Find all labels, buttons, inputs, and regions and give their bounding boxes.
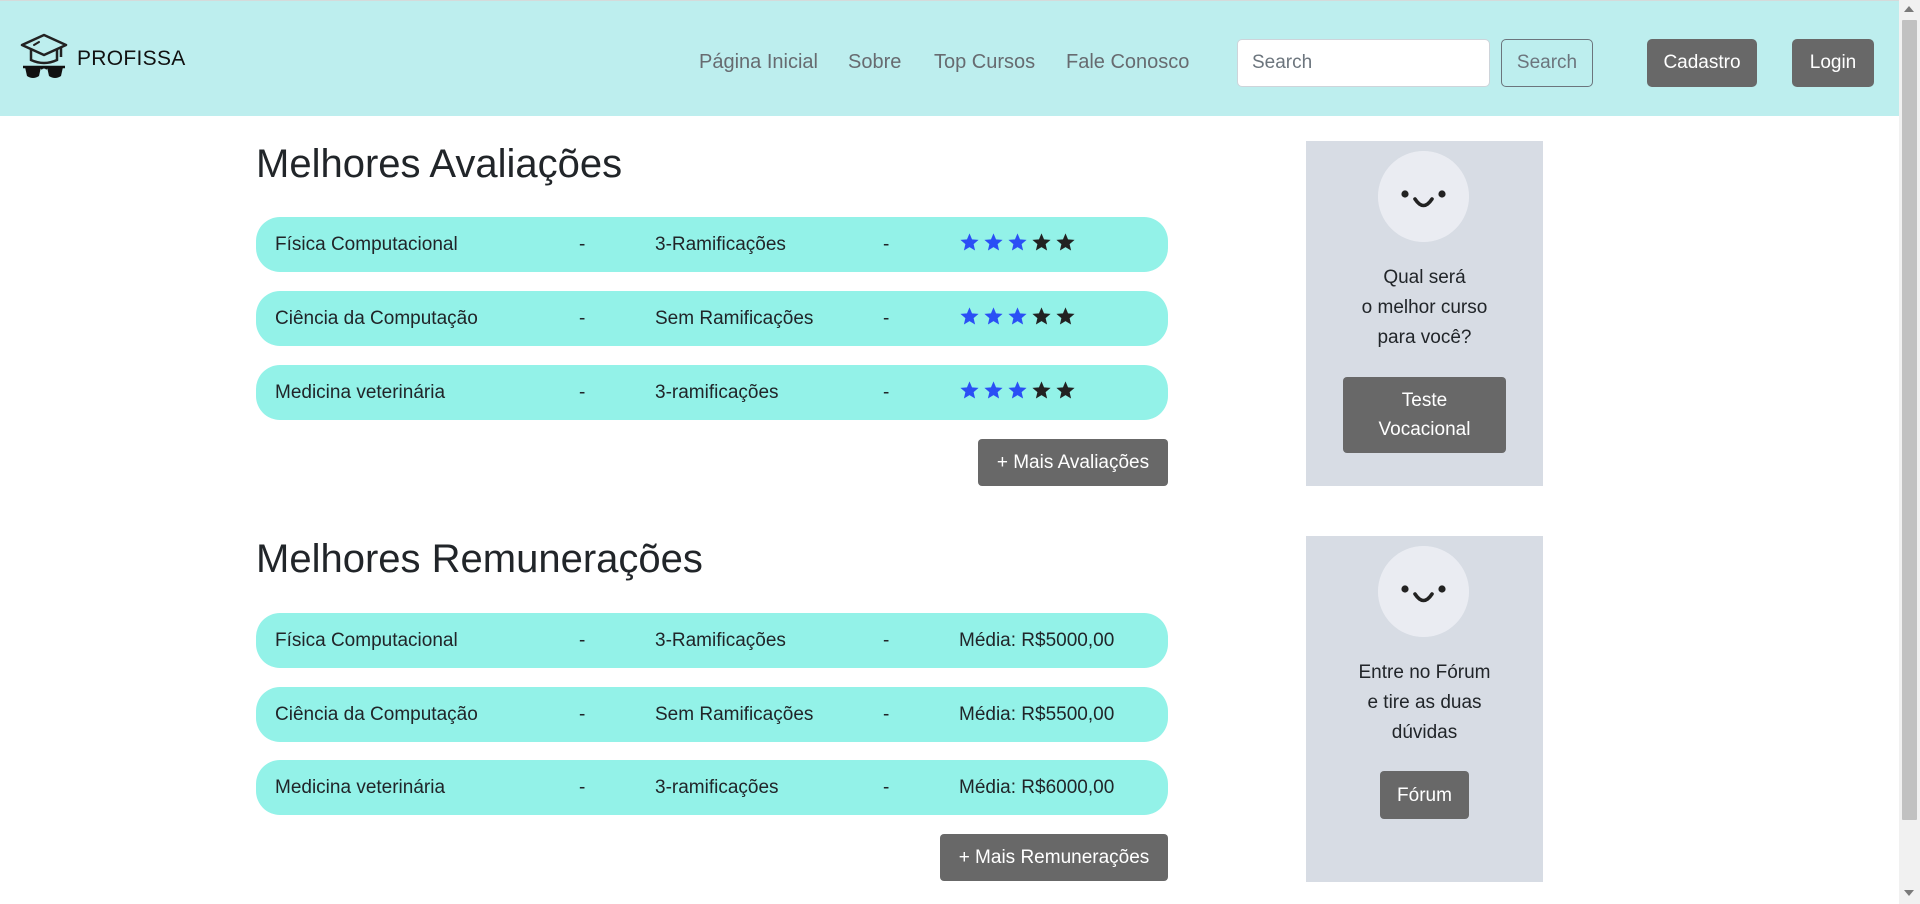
- button-label-line: Teste: [1401, 390, 1448, 411]
- nav-link-top-courses[interactable]: Top Cursos: [934, 51, 1035, 74]
- forum-button[interactable]: Fórum: [1380, 771, 1469, 819]
- average-salary: Média: R$6000,00: [959, 777, 1115, 798]
- salary-row[interactable]: Ciência da Computação - Sem Ramificações…: [256, 687, 1168, 742]
- course-branches: 3-ramificações: [655, 777, 779, 798]
- average-salary: Média: R$5000,00: [959, 630, 1115, 651]
- course-name: Física Computacional: [275, 234, 458, 255]
- card-text-line: Qual será: [1383, 267, 1466, 288]
- star-icon: [1056, 233, 1075, 251]
- course-branches: 3-Ramificações: [655, 630, 786, 651]
- course-branches: 3-ramificações: [655, 382, 779, 403]
- separator: -: [579, 308, 586, 329]
- star-icon: [1032, 307, 1051, 325]
- scroll-up-arrow-icon[interactable]: [1904, 6, 1914, 12]
- star-icon: [1056, 307, 1075, 325]
- star-rating: [959, 380, 1076, 401]
- star-filled-icon: [1008, 307, 1027, 325]
- course-name: Medicina veterinária: [275, 382, 446, 403]
- course-branches: Sem Ramificações: [655, 308, 814, 329]
- star-filled-icon: [984, 381, 1003, 399]
- card-text-line: o melhor curso: [1361, 297, 1488, 318]
- forum-card: Entre no Fórum e tire as duas dúvidas Fó…: [1306, 536, 1543, 882]
- rating-row[interactable]: Ciência da Computação - Sem Ramificações…: [256, 291, 1168, 346]
- button-label-line: Vocacional: [1378, 419, 1471, 440]
- star-rating: [959, 232, 1076, 253]
- star-icon: [1032, 233, 1051, 251]
- separator: -: [883, 382, 890, 403]
- graduate-cap-sunglasses-icon: [20, 33, 68, 78]
- course-name: Medicina veterinária: [275, 777, 446, 798]
- separator: -: [579, 382, 586, 403]
- separator: -: [579, 704, 586, 725]
- smiley-face-icon: [1378, 151, 1469, 242]
- signup-button[interactable]: Cadastro: [1647, 39, 1757, 87]
- star-filled-icon: [960, 307, 979, 325]
- star-filled-icon: [984, 233, 1003, 251]
- nav-link-about[interactable]: Sobre: [848, 51, 901, 74]
- salary-row[interactable]: Medicina veterinária - 3-ramificações - …: [256, 760, 1168, 815]
- star-filled-icon: [984, 307, 1003, 325]
- more-salaries-button[interactable]: + Mais Remunerações: [940, 834, 1168, 881]
- star-icon: [1032, 381, 1051, 399]
- separator: -: [579, 630, 586, 651]
- average-salary: Média: R$5500,00: [959, 704, 1115, 725]
- separator: -: [883, 308, 890, 329]
- more-ratings-button[interactable]: + Mais Avaliações: [978, 439, 1168, 486]
- course-branches: Sem Ramificações: [655, 704, 814, 725]
- page-scrollbar[interactable]: [1899, 0, 1920, 904]
- brand[interactable]: PROFISSA: [20, 31, 186, 87]
- login-button[interactable]: Login: [1792, 39, 1874, 87]
- separator: -: [883, 777, 890, 798]
- separator: -: [579, 777, 586, 798]
- card-text-line: dúvidas: [1391, 722, 1458, 743]
- star-filled-icon: [960, 233, 979, 251]
- scroll-down-arrow-icon[interactable]: [1904, 890, 1914, 896]
- salary-row[interactable]: Física Computacional - 3-Ramificações - …: [256, 613, 1168, 668]
- course-branches: 3-Ramificações: [655, 234, 786, 255]
- separator: -: [579, 234, 586, 255]
- top-navbar: PROFISSA Página Inicial Sobre Top Cursos…: [0, 0, 1899, 116]
- separator: -: [883, 704, 890, 725]
- scrollbar-thumb[interactable]: [1902, 20, 1917, 820]
- salaries-section-title: Melhores Remunerações: [256, 537, 703, 581]
- star-filled-icon: [1008, 233, 1027, 251]
- forum-card-text: Entre no Fórum e tire as duas dúvidas: [1306, 658, 1543, 748]
- course-name: Ciência da Computação: [275, 308, 478, 329]
- ratings-section-title: Melhores Avaliações: [256, 142, 623, 186]
- smiley-face-icon: [1378, 546, 1469, 637]
- vocational-card-text: Qual será o melhor curso para você?: [1306, 263, 1543, 353]
- vocational-test-card: Qual será o melhor curso para você? Test…: [1306, 141, 1543, 486]
- search-button[interactable]: Search: [1501, 39, 1593, 87]
- star-rating: [959, 306, 1076, 327]
- star-filled-icon: [960, 381, 979, 399]
- brand-name: PROFISSA: [77, 47, 186, 70]
- vocational-test-button[interactable]: Teste Vocacional: [1343, 377, 1506, 453]
- course-name: Ciência da Computação: [275, 704, 478, 725]
- search-input[interactable]: [1237, 39, 1490, 87]
- separator: -: [883, 234, 890, 255]
- nav-link-contact[interactable]: Fale Conosco: [1066, 51, 1189, 74]
- card-text-line: Entre no Fórum: [1358, 662, 1491, 683]
- card-text-line: e tire as duas: [1367, 692, 1482, 713]
- card-text-line: para você?: [1377, 327, 1472, 348]
- rating-row[interactable]: Medicina veterinária - 3-ramificações -: [256, 365, 1168, 420]
- nav-link-home[interactable]: Página Inicial: [699, 51, 818, 74]
- star-icon: [1056, 381, 1075, 399]
- star-filled-icon: [1008, 381, 1027, 399]
- separator: -: [883, 630, 890, 651]
- rating-row[interactable]: Física Computacional - 3-Ramificações -: [256, 217, 1168, 272]
- course-name: Física Computacional: [275, 630, 458, 651]
